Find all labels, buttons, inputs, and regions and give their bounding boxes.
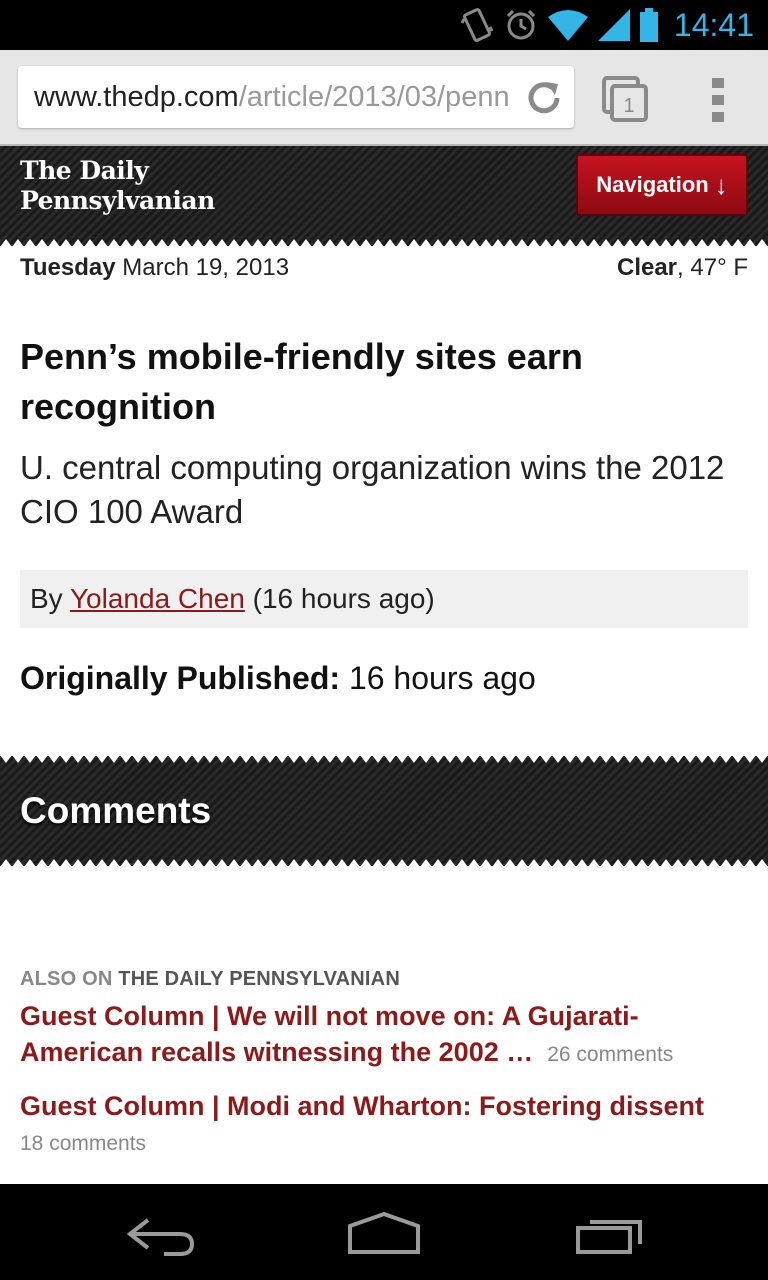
published-info: Originally Published: 16 hours ago [20,660,536,697]
related-story-title[interactable]: Guest Column | We will not move on: A Gu… [20,1001,639,1067]
also-on-site: THE DAILY PENNSYLVANIAN [118,968,400,990]
navigation-label: Navigation [596,172,709,197]
comments-title: Comments [20,790,212,831]
zigzag-divider [0,239,768,247]
site-logo[interactable]: The Daily Pennsylvanian [20,156,215,216]
alarm-icon [506,9,535,40]
published-value: 16 hours ago [340,660,536,696]
related-story-comments: 26 comments [547,1043,674,1066]
byline: By Yolanda Chen (16 hours ago) [20,570,748,628]
url-path: /article/2013/03/penns-mobile-friendly-s… [238,81,510,113]
weather: Clear, 47° F [617,254,748,282]
site-masthead: The Daily Pennsylvanian Navigation ↓ [0,146,768,247]
url-text[interactable]: www.thedp.com/article/2013/03/penns-mobi… [34,66,510,128]
wifi-icon [547,10,588,41]
reload-icon[interactable] [524,78,564,118]
comments-header: Comments [0,755,768,867]
url-domain: www.thedp.com [34,81,239,113]
byline-time: (16 hours ago) [244,583,435,614]
clock: 14:41 [673,6,754,43]
related-story[interactable]: Guest Column | We will not move on: A Gu… [20,998,748,1073]
date-line: Tuesday March 19, 2013 [20,254,289,282]
back-icon[interactable] [124,1212,196,1256]
weather-condition: Clear [616,254,678,281]
browser-toolbar: www.thedp.com/article/2013/03/penns-mobi… [0,50,768,146]
article-headline: Penn’s mobile-friendly sites earn recogn… [20,336,583,427]
overflow-menu-icon[interactable] [712,78,726,122]
url-bar[interactable]: www.thedp.com/article/2013/03/penns-mobi… [18,66,574,128]
logo-line-1: The Daily [20,156,149,185]
byline-prefix: By [30,583,70,614]
arrow-down-icon: ↓ [714,169,728,200]
author-link[interactable]: Yolanda Chen [70,583,245,614]
system-nav-bar [0,1184,768,1280]
navigation-button[interactable]: Navigation ↓ [576,154,748,216]
logo-line-2: Pennsylvanian [20,186,215,215]
published-label: Originally Published: [20,660,341,696]
recent-apps-icon[interactable] [574,1212,646,1256]
also-on-heading: ALSO ON THE DAILY PENNSYLVANIAN [20,968,400,991]
related-story[interactable]: Guest Column | Modi and Wharton: Fosteri… [20,1088,748,1124]
related-story-title[interactable]: Guest Column | Modi and Wharton: Fosteri… [20,1091,704,1121]
zigzag-divider-bottom [0,859,768,867]
vibrate-icon [460,8,494,42]
signal-icon [597,9,630,41]
home-icon[interactable] [346,1212,422,1256]
zigzag-divider-top [0,755,768,763]
related-story-comments: 18 comments [20,1132,147,1155]
article-subhead: U. central computing organization wins t… [20,449,725,530]
battery-icon [639,8,658,42]
also-on-prefix: ALSO ON [20,968,119,990]
date-weather-row: Tuesday March 19, 2013 Clear, 47° F [20,254,748,282]
tabs-icon: 1 [602,76,648,122]
status-bar: 14:41 [0,0,768,50]
tab-switcher-button[interactable]: 1 [602,76,648,122]
svg-text:1: 1 [623,95,634,117]
date: March 19, 2013 [122,254,290,281]
weekday: Tuesday [20,254,116,281]
temperature: , 47° F [677,254,748,281]
